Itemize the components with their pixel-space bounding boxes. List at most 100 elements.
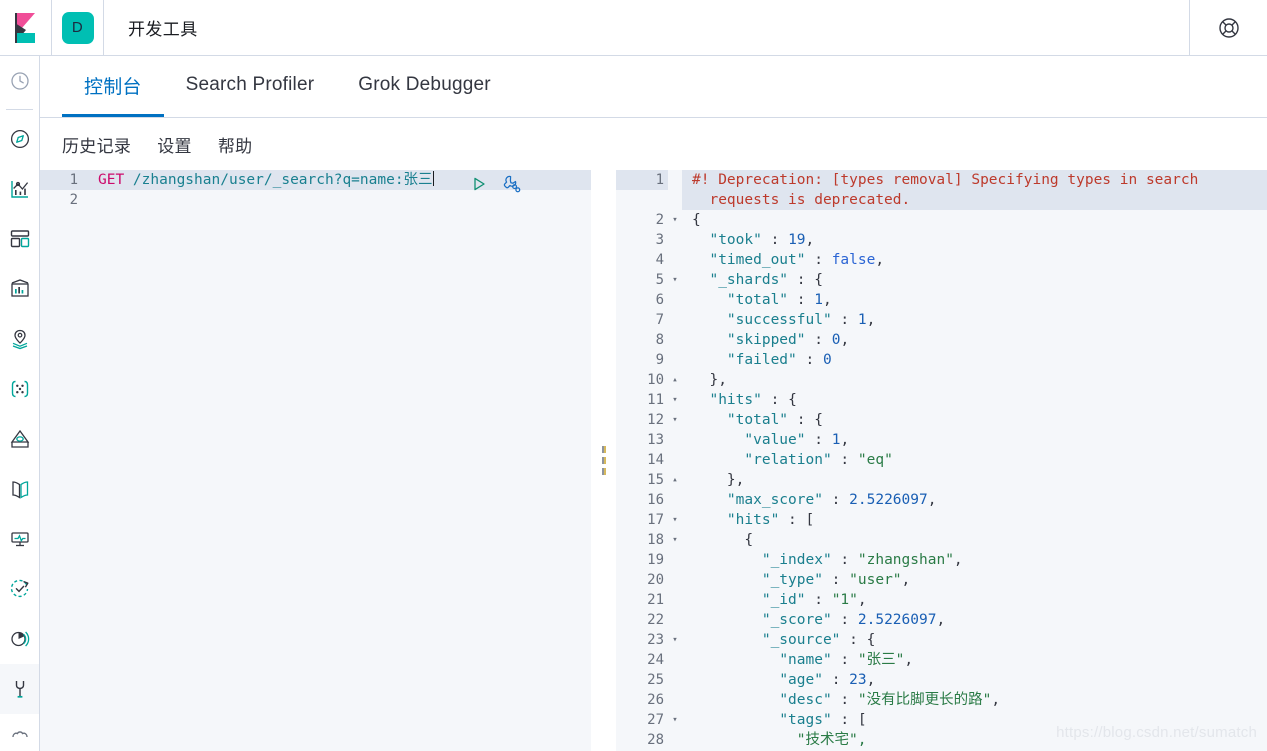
response-line[interactable]: 20 "_type" : "user", bbox=[616, 570, 1267, 590]
response-line[interactable]: 11 ▾ "hits" : { bbox=[616, 390, 1267, 410]
fold-toggle-icon[interactable]: ▾ bbox=[668, 510, 682, 530]
sidebar-item-uptime[interactable] bbox=[0, 564, 39, 614]
json-separator: : bbox=[831, 312, 858, 328]
json-separator: : bbox=[822, 572, 850, 588]
json-key: "_type" bbox=[761, 572, 823, 588]
settings-button[interactable]: 设置 bbox=[157, 132, 192, 157]
response-line[interactable]: 10 ▴ }, bbox=[616, 370, 1267, 390]
response-line[interactable]: 26 "desc" : "没有比脚更长的路", bbox=[616, 690, 1267, 710]
json-token: }, bbox=[692, 372, 727, 388]
kibana-logo-button[interactable] bbox=[0, 0, 52, 55]
help-button[interactable] bbox=[1189, 0, 1267, 55]
response-line-text: "desc" : "没有比脚更长的路", bbox=[682, 690, 1267, 710]
response-line[interactable]: 28 "技术宅", bbox=[616, 730, 1267, 750]
response-line[interactable]: 8 "skipped" : 0, bbox=[616, 330, 1267, 350]
primary-nav-rail[interactable] bbox=[0, 56, 40, 751]
sidebar-item-visualize[interactable] bbox=[0, 164, 39, 214]
json-key: "timed_out" bbox=[709, 252, 806, 268]
fold-toggle-icon[interactable]: ▾ bbox=[668, 630, 682, 650]
fold-toggle-icon[interactable]: ▾ bbox=[668, 270, 682, 290]
response-line[interactable]: 21 "_id" : "1", bbox=[616, 590, 1267, 610]
request-editor[interactable]: 1 GET /zhangshan/user/_search?q=name:张三 … bbox=[40, 170, 591, 751]
response-line[interactable]: 3 "took" : 19, bbox=[616, 230, 1267, 250]
response-line[interactable]: 7 "successful" : 1, bbox=[616, 310, 1267, 330]
sidebar-item-dashboard[interactable] bbox=[0, 214, 39, 264]
console-toolbar[interactable]: 历史记录 设置 帮助 bbox=[40, 118, 1267, 170]
response-line-text: "max_score" : 2.5226097, bbox=[682, 490, 1267, 510]
response-line[interactable]: 5 ▾ "_shards" : { bbox=[616, 270, 1267, 290]
request-code-area[interactable]: 1 GET /zhangshan/user/_search?q=name:张三 … bbox=[40, 170, 591, 751]
sidebar-item-machine-learning[interactable] bbox=[0, 364, 39, 414]
response-line[interactable]: 17 ▾ "hits" : [ bbox=[616, 510, 1267, 530]
line-number: 6 bbox=[616, 290, 668, 310]
space-badge[interactable]: D bbox=[61, 11, 94, 44]
indent-guide bbox=[692, 292, 727, 308]
response-line[interactable]: 16 "max_score" : 2.5226097, bbox=[616, 490, 1267, 510]
json-separator: : bbox=[840, 632, 867, 648]
response-editor[interactable]: 1 #! Deprecation: [types removal] Specify… bbox=[616, 170, 1267, 751]
line-number: 21 bbox=[616, 590, 668, 610]
sidebar-item-maps[interactable] bbox=[0, 314, 39, 364]
response-line[interactable]: 18 ▾ { bbox=[616, 530, 1267, 550]
sidebar-item-recently-viewed[interactable] bbox=[0, 56, 39, 106]
response-line[interactable]: 22 "_score" : 2.5226097, bbox=[616, 610, 1267, 630]
response-line[interactable]: 9 "failed" : 0 bbox=[616, 350, 1267, 370]
fold-toggle-icon[interactable]: ▴ bbox=[668, 370, 682, 390]
response-line[interactable]: 12 ▾ "total" : { bbox=[616, 410, 1267, 430]
response-line[interactable]: 23 ▾ "_source" : { bbox=[616, 630, 1267, 650]
request-actions[interactable] bbox=[470, 174, 522, 194]
indent-guide bbox=[692, 392, 709, 408]
drag-handle-icon[interactable] bbox=[601, 446, 606, 475]
response-line[interactable]: 19 "_index" : "zhangshan", bbox=[616, 550, 1267, 570]
sidebar-item-discover[interactable] bbox=[0, 114, 39, 164]
line-number: 19 bbox=[616, 550, 668, 570]
fold-toggle-icon[interactable]: ▴ bbox=[668, 470, 682, 490]
sidebar-item-siem[interactable] bbox=[0, 614, 39, 664]
sidebar-item-logs[interactable] bbox=[0, 464, 39, 514]
fold-toggle-icon[interactable]: ▾ bbox=[668, 210, 682, 230]
response-line[interactable]: 15 ▴ }, bbox=[616, 470, 1267, 490]
response-line[interactable]: 2 ▾ { bbox=[616, 210, 1267, 230]
response-line[interactable]: 1 #! Deprecation: [types removal] Specify… bbox=[616, 170, 1267, 210]
response-line[interactable]: 4 "timed_out" : false, bbox=[616, 250, 1267, 270]
wrench-actions-icon[interactable] bbox=[502, 174, 522, 194]
space-switcher-button[interactable]: D bbox=[52, 0, 104, 55]
response-line-text: "_type" : "user", bbox=[682, 570, 1267, 590]
sidebar-item-apm[interactable] bbox=[0, 514, 39, 564]
json-value: { bbox=[814, 412, 823, 428]
dev-tools-tabs[interactable]: 控制台 Search Profiler Grok Debugger bbox=[40, 56, 1267, 118]
json-value: false bbox=[831, 252, 876, 268]
tab-search-profiler[interactable]: Search Profiler bbox=[164, 56, 337, 117]
sidebar-item-dev-tools[interactable] bbox=[0, 664, 39, 714]
json-key: "skipped" bbox=[726, 332, 806, 348]
play-triangle-icon[interactable] bbox=[470, 175, 488, 193]
response-line[interactable]: 14 "relation" : "eq" bbox=[616, 450, 1267, 470]
tab-console[interactable]: 控制台 bbox=[62, 56, 164, 117]
history-button[interactable]: 历史记录 bbox=[62, 132, 131, 157]
sidebar-item-infrastructure[interactable] bbox=[0, 414, 39, 464]
response-code-area[interactable]: 1 #! Deprecation: [types removal] Specify… bbox=[616, 170, 1267, 751]
json-token: { bbox=[692, 532, 754, 548]
json-key: "value" bbox=[744, 432, 806, 448]
sidebar-item-canvas[interactable] bbox=[0, 264, 39, 314]
json-value: 2.5226097 bbox=[857, 612, 937, 628]
dashboard-grid-icon bbox=[9, 228, 31, 250]
fold-toggle-icon[interactable]: ▾ bbox=[668, 710, 682, 730]
response-line[interactable]: 25 "age" : 23, bbox=[616, 670, 1267, 690]
tab-grok-debugger[interactable]: Grok Debugger bbox=[336, 56, 513, 117]
fold-toggle-icon[interactable]: ▾ bbox=[668, 410, 682, 430]
json-value: [ bbox=[857, 712, 867, 728]
fold-toggle-icon[interactable]: ▾ bbox=[668, 390, 682, 410]
response-line[interactable]: 24 "name" : "张三", bbox=[616, 650, 1267, 670]
response-line[interactable]: 13 "value" : 1, bbox=[616, 430, 1267, 450]
editor-splitter[interactable] bbox=[591, 170, 616, 751]
line-number: 12 bbox=[616, 410, 668, 430]
indent-guide bbox=[692, 232, 709, 248]
help-link[interactable]: 帮助 bbox=[218, 132, 253, 157]
sidebar-item-management[interactable] bbox=[0, 714, 39, 751]
fold-toggle-icon[interactable]: ▾ bbox=[668, 530, 682, 550]
response-line[interactable]: 27 ▾ "tags" : [ bbox=[616, 710, 1267, 730]
http-method: GET bbox=[98, 172, 125, 188]
response-line[interactable]: 6 "total" : 1, bbox=[616, 290, 1267, 310]
wrench-icon bbox=[9, 678, 31, 700]
